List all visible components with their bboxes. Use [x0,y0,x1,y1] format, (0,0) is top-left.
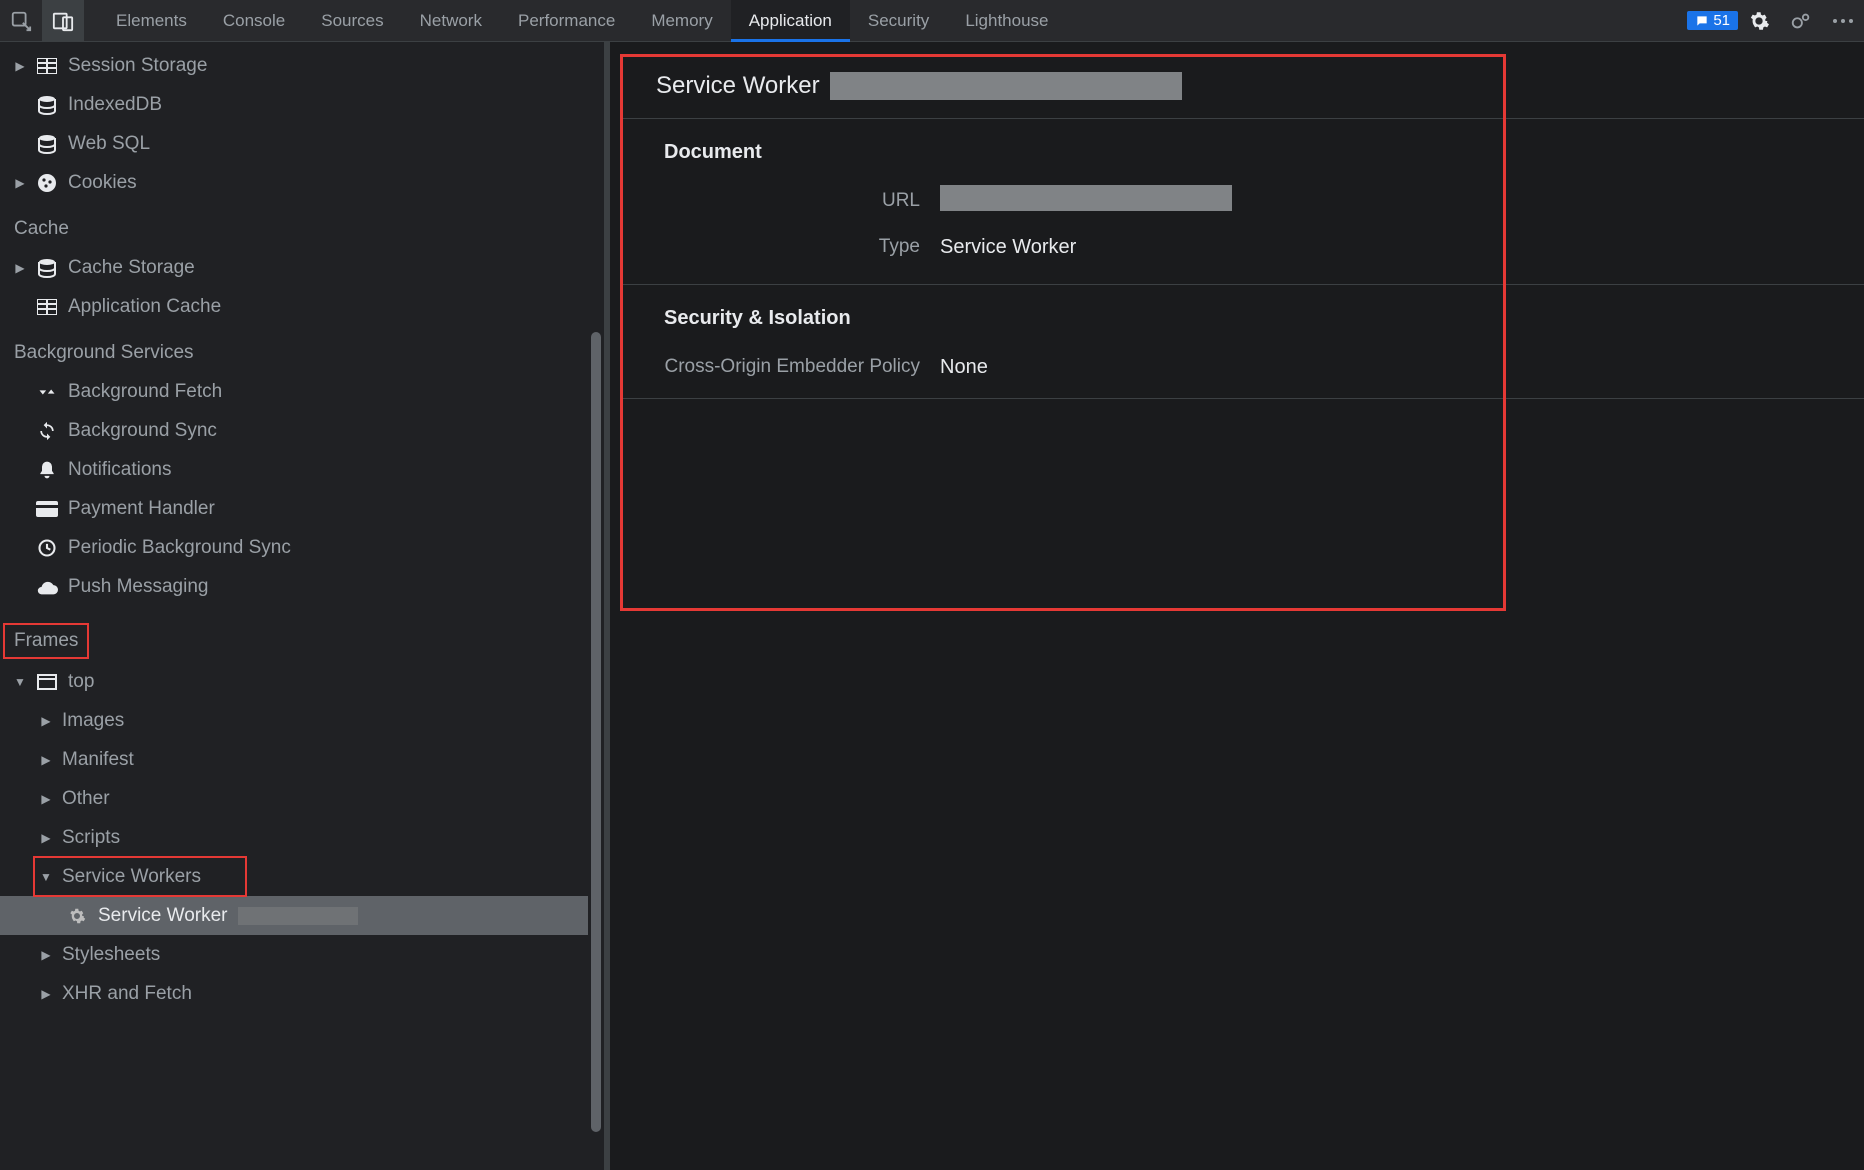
devtools-tab-bar: Elements Console Sources Network Perform… [0,0,1864,42]
sidebar-item-xhr-fetch[interactable]: ▶XHR and Fetch [0,974,604,1013]
frame-icon [36,671,58,693]
issues-count: 51 [1713,12,1730,29]
sidebar-item-stylesheets[interactable]: ▶Stylesheets [0,935,604,974]
sync-icon [36,420,58,442]
chevron-right-icon: ▶ [14,261,26,275]
sidebar-item-label: Images [62,710,124,732]
sidebar-item-cache-storage[interactable]: ▶ Cache Storage [0,248,604,287]
redacted-text [238,907,358,925]
sidebar-heading-cache: Cache [0,202,604,248]
issues-badge[interactable]: 51 [1687,11,1738,30]
sidebar-item-service-workers-group[interactable]: ▼ Service Workers [34,857,246,896]
sidebar-item-label: Background Fetch [68,381,222,403]
cookie-icon [36,172,58,194]
sidebar-item-manifest[interactable]: ▶Manifest [0,740,604,779]
sidebar-item-label: Background Sync [68,420,217,442]
sidebar-item-scripts[interactable]: ▶Scripts [0,818,604,857]
sidebar-item-label: Web SQL [68,133,150,155]
field-value: None [940,356,988,379]
field-label: Type [620,236,940,258]
sidebar-item-label: Other [62,788,110,810]
database-icon [36,133,58,155]
field-type: Type Service Worker [620,224,1864,270]
sidebar-item-indexeddb[interactable]: IndexedDB [0,85,604,124]
database-icon [36,94,58,116]
chevron-down-icon: ▼ [14,675,26,689]
sidebar-item-other[interactable]: ▶Other [0,779,604,818]
table-icon [36,55,58,77]
sidebar-item-label: XHR and Fetch [62,983,192,1005]
sidebar-item-notifications[interactable]: Notifications [0,450,604,489]
sidebar-item-label: Service Workers [62,866,201,888]
field-url: URL [620,178,1864,224]
sidebar-item-label: Stylesheets [62,944,160,966]
sidebar-item-label: Session Storage [68,55,207,77]
sidebar-heading-bgservices: Background Services [0,326,604,372]
sidebar-item-payment-handler[interactable]: Payment Handler [0,489,604,528]
clock-icon [36,537,58,559]
tab-memory[interactable]: Memory [633,0,730,42]
sidebar-item-websql[interactable]: Web SQL [0,124,604,163]
bell-icon [36,459,58,481]
sidebar-item-push-messaging[interactable]: Push Messaging [0,567,604,606]
tab-sources[interactable]: Sources [303,0,401,42]
field-value: Service Worker [940,236,1076,259]
sidebar-item-service-worker[interactable]: Service Worker [0,896,588,935]
sidebar-item-images[interactable]: ▶Images [0,701,604,740]
field-coep: Cross-Origin Embedder Policy None [620,344,1864,390]
sidebar-item-bg-fetch[interactable]: Background Fetch [0,372,604,411]
sidebar-item-label: IndexedDB [68,94,162,116]
field-label: URL [620,190,940,212]
sidebar-item-application-cache[interactable]: Application Cache [0,287,604,326]
redacted-text [830,72,1182,100]
more-options-icon[interactable] [1822,0,1864,42]
field-label: Cross-Origin Embedder Policy [620,356,940,378]
sidebar-item-label: Push Messaging [68,576,208,598]
application-detail-pane: Service Worker Document URL Type Service… [610,42,1864,1170]
section-heading-security: Security & Isolation [620,285,1864,344]
fetch-icon [36,381,58,403]
tab-lighthouse[interactable]: Lighthouse [947,0,1066,42]
sidebar-item-session-storage[interactable]: ▶ Session Storage [0,46,604,85]
tab-elements[interactable]: Elements [98,0,205,42]
panel-title: Service Worker [656,72,820,100]
sidebar-item-cookies[interactable]: ▶ Cookies [0,163,604,202]
sidebar-item-periodic-sync[interactable]: Periodic Background Sync [0,528,604,567]
sidebar-scrollbar[interactable] [588,42,604,1170]
tab-network[interactable]: Network [402,0,500,42]
sidebar-item-bg-sync[interactable]: Background Sync [0,411,604,450]
chevron-down-icon: ▼ [40,870,52,884]
application-sidebar: ▶ Session Storage IndexedDB Web SQL ▶ Co… [0,42,604,1170]
card-icon [36,498,58,520]
main-area: ▶ Session Storage IndexedDB Web SQL ▶ Co… [0,42,1864,1170]
settings-icon[interactable] [1738,0,1780,42]
tab-application[interactable]: Application [731,0,850,42]
sidebar-item-label: Scripts [62,827,120,849]
sidebar-item-label: Service Worker [98,905,228,927]
table-icon [36,296,58,318]
chevron-right-icon: ▶ [14,59,26,73]
tab-performance[interactable]: Performance [500,0,633,42]
tab-security[interactable]: Security [850,0,947,42]
gear-icon [66,905,88,927]
sidebar-item-label: top [68,671,94,693]
cloud-icon [36,576,58,598]
whats-new-icon[interactable] [1780,0,1822,42]
sidebar-item-label: Periodic Background Sync [68,537,291,559]
sidebar-item-label: Notifications [68,459,172,481]
sidebar-item-label: Application Cache [68,296,221,318]
sidebar-item-top-frame[interactable]: ▼ top [0,662,604,701]
sidebar-item-label: Cache Storage [68,257,195,279]
sidebar-item-label: Cookies [68,172,137,194]
inspect-element-icon[interactable] [0,0,42,42]
sidebar-item-label: Payment Handler [68,498,215,520]
sidebar-heading-frames: Frames [4,624,88,658]
sidebar-item-label: Manifest [62,749,134,771]
toggle-device-toolbar-icon[interactable] [42,0,84,42]
redacted-text [940,185,1232,211]
section-heading-document: Document [620,119,1864,178]
tab-console[interactable]: Console [205,0,303,42]
database-icon [36,257,58,279]
chevron-right-icon: ▶ [14,176,26,190]
